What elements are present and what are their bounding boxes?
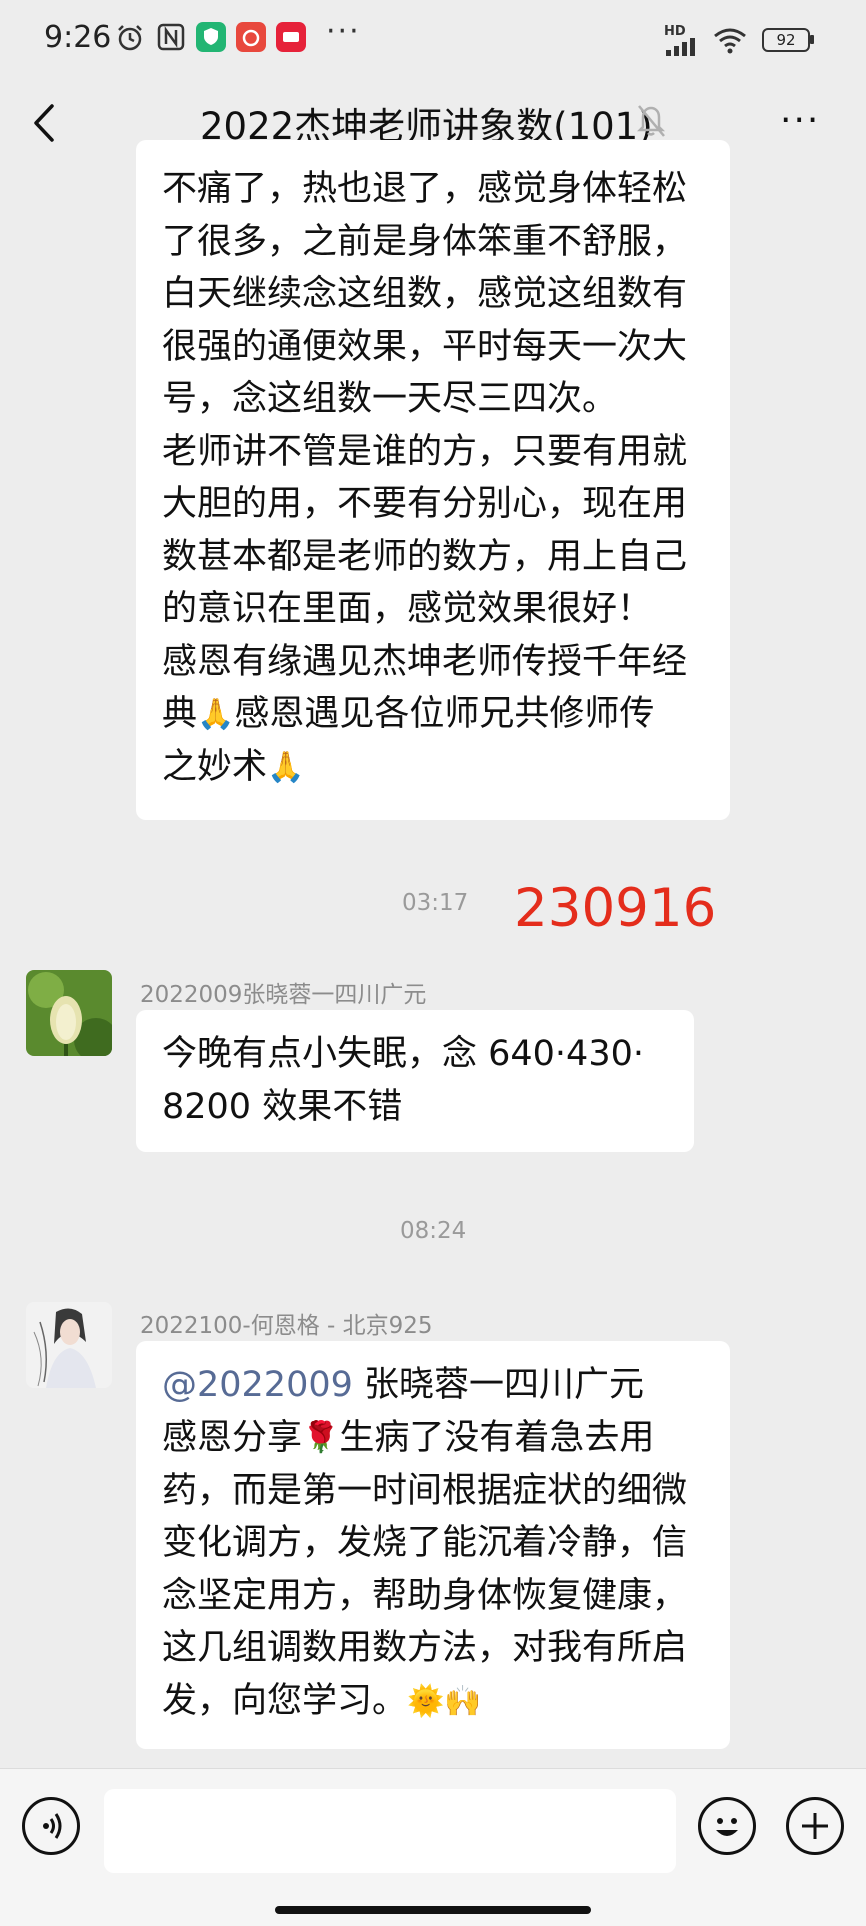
emoji-button[interactable] (698, 1797, 756, 1855)
avatar-figure[interactable] (26, 1302, 112, 1388)
sender-name: 2022009张晓蓉一四川广元 (140, 982, 427, 1008)
news-app-icon (276, 22, 306, 52)
message-line: 号，念这组数一天尽三四次。 (162, 379, 618, 419)
message-line: 药，而是第一时间根据症状的细微 (162, 1470, 688, 1511)
app-notification-icon (236, 22, 266, 52)
message-line: 之妙术🙏 (162, 741, 704, 794)
message-line: 今晚有点小失眠，念 640·430· (162, 1034, 644, 1074)
message-line: 这几组调数用数方法，对我有所启 (162, 1628, 688, 1669)
message-text: 典 (162, 694, 198, 734)
more-options-button[interactable]: ··· (780, 100, 820, 141)
message-line: 不痛了，热也退了，感觉身体轻松 (162, 169, 688, 209)
message-text: 生病了没有着急去用 (339, 1417, 655, 1458)
message-line: 8200 效果不错 (162, 1086, 403, 1127)
red-code-annotation: 230916 (514, 878, 717, 939)
message-text: 感恩分享 (162, 1417, 303, 1458)
alarm-icon (118, 25, 142, 51)
mute-bell-icon (636, 105, 666, 137)
message-line: 数甚本都是老师的数方，用上自己 (162, 536, 688, 577)
message-line: 很强的通便效果，平时每天一次大 (162, 326, 688, 367)
message-bubble-long[interactable]: 不痛了，热也退了，感觉身体轻松 了很多，之前是身体笨重不舒服， 白天继续念这组数… (136, 140, 730, 820)
mention-link[interactable]: @2022009 (162, 1365, 353, 1405)
pray-emoji-icon: 🙏 (197, 696, 235, 732)
pray-emoji-icon: 🙏 (267, 750, 305, 785)
message-line: 了很多，之前是身体笨重不舒服， (162, 221, 688, 262)
clap-emoji-icon: 🙌 (444, 1683, 482, 1719)
message-line: 典🙏感恩遇见各位师兄共修师传 (162, 688, 704, 741)
status-time: 9:26 (44, 20, 112, 55)
message-line: 白天继续念这组数，感觉这组数有 (162, 274, 688, 314)
message-line: 老师讲不管是谁的方，只要有用就 (162, 431, 688, 472)
security-app-icon (196, 22, 226, 52)
figure-avatar-icon (26, 1302, 112, 1388)
voice-icon (43, 1813, 62, 1839)
message-line: 大胆的用，不要有分别心，现在用 (162, 484, 688, 524)
add-attachment-button[interactable] (786, 1797, 844, 1855)
input-bar (0, 1768, 866, 1926)
voice-input-button[interactable] (22, 1797, 80, 1855)
battery-tip (810, 35, 814, 44)
message-input[interactable] (104, 1789, 676, 1873)
back-arrow-icon[interactable] (26, 98, 66, 148)
message-line: 发，向您学习。🌞🙌 (162, 1675, 704, 1728)
message-bubble[interactable]: 今晚有点小失眠，念 640·430· 8200 效果不错 (136, 1010, 694, 1152)
timestamp: 03:17 (402, 890, 469, 916)
home-indicator (275, 1906, 591, 1914)
nfc-icon (157, 23, 185, 51)
message-line: @2022009 张晓蓉一四川广元 (162, 1359, 704, 1412)
battery-indicator: 92 (762, 28, 810, 52)
sun-emoji-icon: 🌞 (407, 1683, 445, 1719)
message-text: 张晓蓉一四川广元 (352, 1365, 645, 1405)
smiley-icon (716, 1818, 738, 1836)
message-bubble[interactable]: @2022009 张晓蓉一四川广元 感恩分享🌹生病了没有着急去用 药，而是第一时… (136, 1341, 730, 1749)
avatar-lotus[interactable] (26, 970, 112, 1056)
lotus-avatar-icon (26, 970, 112, 1056)
message-line: 感恩分享🌹生病了没有着急去用 (162, 1412, 704, 1465)
message-text: 之妙术 (162, 747, 268, 788)
plus-icon (802, 1813, 828, 1839)
network-label: HD (664, 24, 686, 39)
sender-name: 2022100-何恩格 - 北京925 (140, 1313, 433, 1339)
message-line: 念坚定用方，帮助身体恢复健康， (162, 1575, 688, 1616)
timestamp: 08:24 (400, 1218, 467, 1244)
more-notifications-icon: ··· (326, 14, 361, 49)
rose-emoji-icon: 🌹 (302, 1420, 340, 1456)
signal-icon (666, 38, 695, 56)
message-line: 感恩有缘遇见杰坤老师传授千年经 (162, 641, 688, 682)
wifi-icon (714, 28, 746, 54)
status-bar: 9:26 ··· HD 92 (0, 0, 866, 80)
message-text: 发，向您学习。 (162, 1680, 408, 1721)
message-text: 感恩遇见各位师兄共修师传 (234, 694, 655, 734)
message-line: 变化调方，发烧了能沉着冷静，信 (162, 1523, 688, 1564)
message-line: 的意识在里面，感觉效果很好！ (162, 589, 653, 629)
